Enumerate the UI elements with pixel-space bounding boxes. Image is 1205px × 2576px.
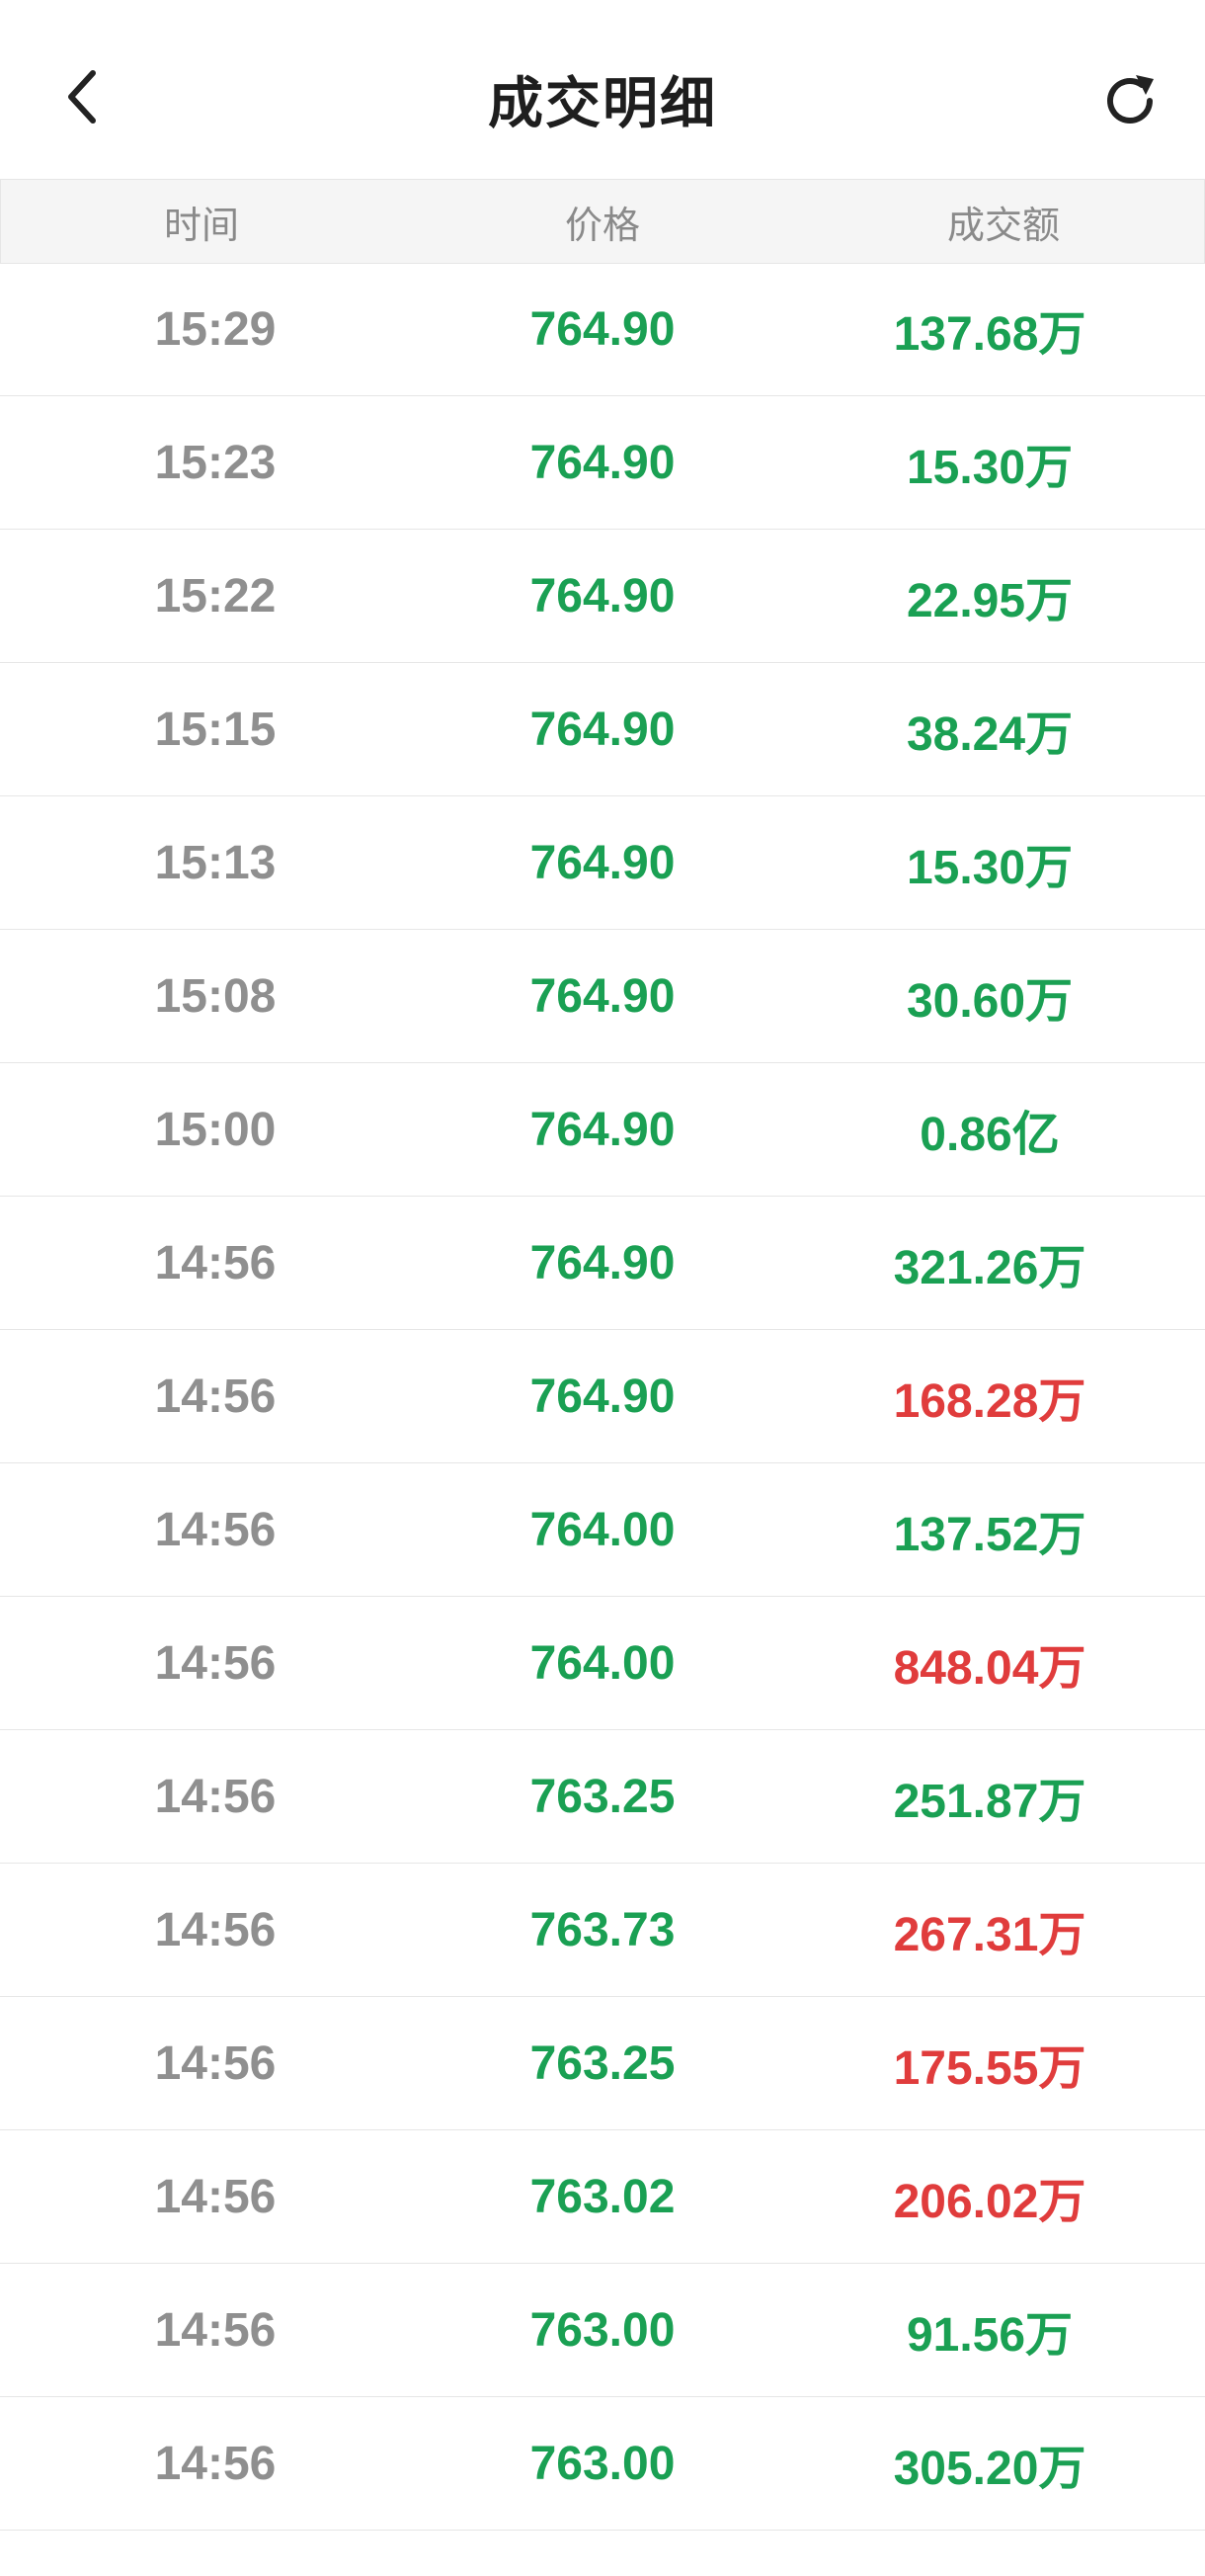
trade-price: 764.90 [529, 1103, 676, 1156]
table-row[interactable]: 14:56 763.25 175.55万 [0, 1997, 1205, 2130]
trade-price: 763.00 [529, 2437, 676, 2490]
trade-amount: 38.24万 [906, 708, 1074, 761]
column-header-price: 价格 [564, 205, 640, 247]
trade-price: 763.00 [529, 2303, 676, 2357]
trade-time: 14:56 [154, 2303, 277, 2357]
trade-price: 764.90 [529, 703, 676, 756]
trade-price: 764.00 [529, 1503, 676, 1556]
trade-amount: 848.04万 [893, 1642, 1086, 1695]
table-header: 时间 价格 成交额 [0, 179, 1205, 264]
table-row[interactable]: 14:56 764.90 321.26万 [0, 1197, 1205, 1330]
trade-amount: 251.87万 [893, 1776, 1086, 1828]
trade-amount: 91.56万 [906, 2309, 1074, 2362]
trade-amount: 305.20万 [893, 2443, 1086, 2495]
trade-amount: 15.30万 [906, 842, 1074, 894]
trade-time: 14:56 [154, 1636, 277, 1690]
refresh-button[interactable] [1090, 61, 1169, 140]
trade-time: 15:08 [154, 969, 277, 1023]
table-row[interactable]: 14:56 763.02 206.02万 [0, 2130, 1205, 2264]
trade-amount: 0.86亿 [920, 1109, 1060, 1161]
table-row[interactable]: 15:23 764.90 15.30万 [0, 396, 1205, 530]
nav-bar: 成交明细 [0, 0, 1205, 179]
trade-price: 764.00 [529, 1636, 676, 1690]
table-row[interactable]: 15:08 764.90 30.60万 [0, 930, 1205, 1063]
table-row[interactable]: 15:29 764.90 137.68万 [0, 263, 1205, 396]
trade-price: 764.90 [529, 1236, 676, 1289]
table-row[interactable]: 14:56 763.73 267.31万 [0, 1864, 1205, 1997]
trade-amount: 137.52万 [893, 1509, 1086, 1561]
trade-price: 763.02 [529, 2170, 676, 2223]
table-row[interactable]: 15:15 764.90 38.24万 [0, 663, 1205, 796]
page-title: 成交明细 [488, 72, 717, 134]
table-row[interactable]: 14:56 763.00 305.20万 [0, 2397, 1205, 2531]
trade-time: 14:56 [154, 1903, 277, 1956]
trade-time: 15:13 [154, 836, 277, 889]
table-row[interactable]: 15:22 764.90 22.95万 [0, 530, 1205, 663]
trade-price: 764.90 [529, 302, 676, 356]
trade-amount: 30.60万 [906, 975, 1074, 1028]
table-row[interactable]: 14:56 763.00 91.56万 [0, 2264, 1205, 2397]
table-row[interactable]: 14:56 763.25 251.87万 [0, 1730, 1205, 1864]
table-row[interactable]: 15:00 764.90 0.86亿 [0, 1063, 1205, 1197]
refresh-icon [1107, 75, 1154, 124]
trade-time: 14:56 [154, 2036, 277, 2090]
table-row[interactable]: 15:13 764.90 15.30万 [0, 796, 1205, 930]
trade-amount: 206.02万 [893, 2176, 1086, 2228]
trade-price: 763.25 [529, 2036, 676, 2090]
trade-amount: 15.30万 [906, 442, 1074, 494]
trade-price: 764.90 [529, 436, 676, 489]
trade-price: 763.25 [529, 1770, 676, 1823]
trade-time: 15:23 [154, 436, 277, 489]
table-row[interactable]: 14:56 764.00 848.04万 [0, 1597, 1205, 1730]
trade-time: 14:56 [154, 2437, 277, 2490]
trade-amount: 321.26万 [893, 1242, 1086, 1294]
trade-time: 14:56 [154, 1236, 277, 1289]
trade-time: 15:22 [154, 569, 277, 623]
trade-price: 764.90 [529, 969, 676, 1023]
trade-time: 14:56 [154, 2170, 277, 2223]
table-row[interactable]: 14:56 764.00 137.52万 [0, 1463, 1205, 1597]
trade-time: 15:29 [154, 302, 277, 356]
trade-price: 764.90 [529, 1370, 676, 1423]
column-header-time: 时间 [163, 205, 239, 247]
trade-time: 15:15 [154, 703, 277, 756]
trade-amount: 22.95万 [906, 575, 1074, 627]
trade-amount: 168.28万 [893, 1375, 1086, 1428]
column-header-amount: 成交额 [946, 205, 1060, 247]
trade-detail-page: 成交明细 时间 价格 成交额 15:29 764.90 137.68万 15:23 76… [0, 0, 1205, 2576]
trade-price: 764.90 [529, 836, 676, 889]
trade-price: 763.73 [529, 1903, 676, 1956]
trade-amount: 137.68万 [893, 308, 1086, 361]
trade-time: 14:56 [154, 1370, 277, 1423]
table-row[interactable]: 14:56 764.90 168.28万 [0, 1330, 1205, 1463]
trade-time: 14:56 [154, 1503, 277, 1556]
trade-amount: 175.55万 [893, 2042, 1086, 2095]
trade-time: 14:56 [154, 1770, 277, 1823]
trade-list[interactable]: 15:29 764.90 137.68万 15:23 764.90 15.30万 15:22… [0, 263, 1205, 2531]
trade-time: 15:00 [154, 1103, 277, 1156]
trade-price: 764.90 [529, 569, 676, 623]
trade-amount: 267.31万 [893, 1909, 1086, 1961]
